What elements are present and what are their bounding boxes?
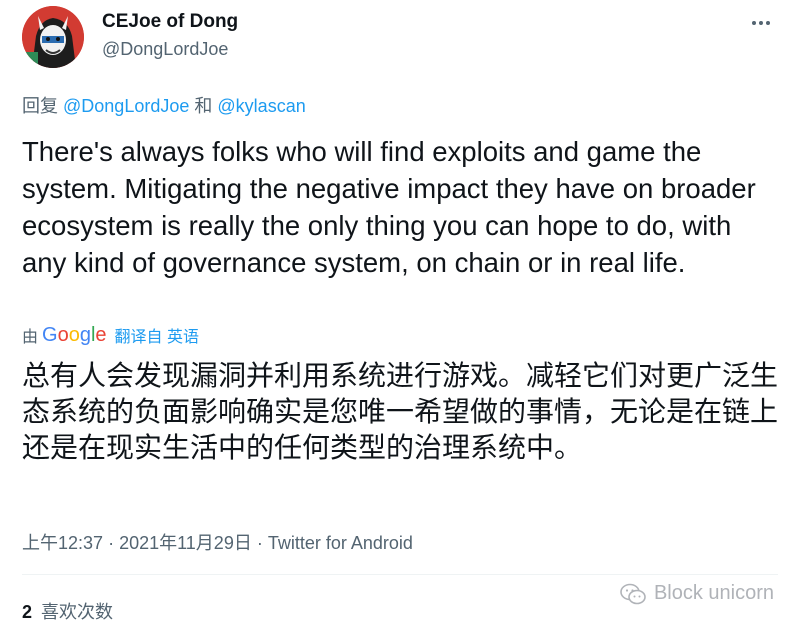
translation-source-link[interactable]: 翻译自 英语 bbox=[115, 323, 199, 347]
avatar[interactable] bbox=[22, 6, 84, 68]
tweet-time[interactable]: 上午12:37 bbox=[22, 533, 103, 553]
tweet-source[interactable]: Twitter for Android bbox=[268, 533, 413, 553]
handle[interactable]: @DongLordJoe bbox=[102, 36, 238, 62]
more-dot bbox=[766, 21, 770, 25]
reply-prefix: 回复 bbox=[22, 96, 58, 116]
avatar-image bbox=[22, 6, 84, 68]
more-dot bbox=[759, 21, 763, 25]
reply-user-link[interactable]: @DongLordJoe bbox=[63, 96, 189, 116]
more-horizontal-icon bbox=[752, 21, 756, 25]
reply-user-link[interactable]: @kylascan bbox=[217, 96, 305, 116]
wechat-icon bbox=[620, 583, 646, 604]
replying-to: 回复 @DongLordJoe 和 @kylascan bbox=[22, 92, 306, 118]
translation-attribution: 由 Google 翻译自 英语 bbox=[22, 323, 199, 347]
likes-label: 喜欢次数 bbox=[41, 602, 114, 622]
tweet-date[interactable]: 2021年11月29日 bbox=[119, 533, 252, 553]
tweet-detail: CEJoe of Dong @DongLordJoe 回复 @DongLordJ… bbox=[0, 0, 800, 626]
translated-by-label: 由 bbox=[22, 329, 39, 346]
tweet-text: There's always folks who will find explo… bbox=[22, 136, 756, 278]
watermark: Block unicorn bbox=[620, 582, 774, 605]
more-options-button[interactable] bbox=[746, 12, 776, 34]
watermark-text: Block unicorn bbox=[653, 582, 774, 604]
tweet-metadata: 上午12:37 · 2021年11月29日 · Twitter for Andr… bbox=[22, 529, 413, 555]
meta-separator: · bbox=[256, 533, 263, 553]
meta-separator: · bbox=[108, 533, 115, 553]
translated-text: 总有人会发现漏洞并利用系统进行游戏。减轻它们对更广泛生态系统的负面影响确实是您唯… bbox=[22, 359, 779, 464]
divider bbox=[22, 574, 778, 575]
reply-joiner: 和 bbox=[194, 96, 213, 116]
google-logo: Google bbox=[42, 323, 107, 346]
likes-count: 2 bbox=[22, 602, 33, 622]
likes-stat[interactable]: 2 喜欢次数 bbox=[22, 598, 113, 624]
display-name[interactable]: CEJoe of Dong bbox=[102, 10, 238, 34]
author-info: CEJoe of Dong @DongLordJoe bbox=[102, 10, 238, 62]
